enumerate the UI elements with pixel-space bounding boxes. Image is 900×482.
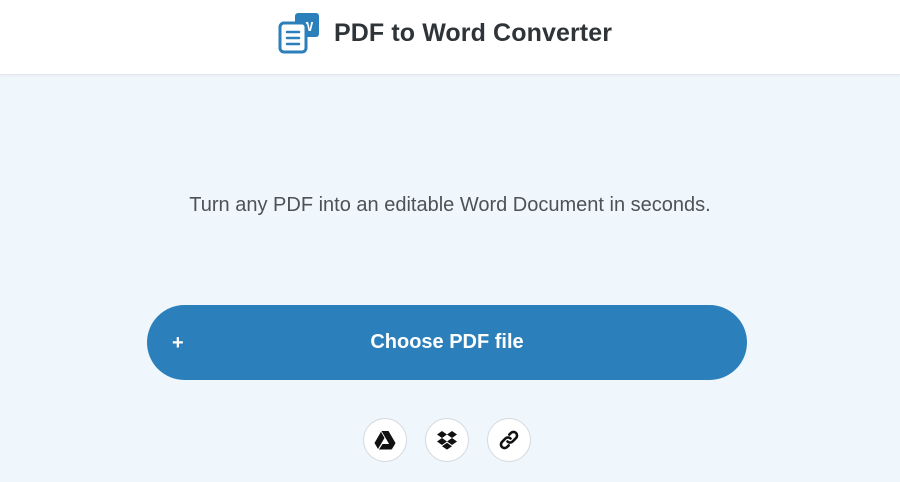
word-document-icon: W [278,12,320,54]
tagline: Turn any PDF into an editable Word Docum… [189,194,711,216]
upload-sources [363,418,531,462]
dropbox-icon [436,430,458,450]
google-drive-button[interactable] [363,418,407,462]
google-drive-icon [374,430,396,450]
app-header: W PDF to Word Converter [0,0,900,75]
page-title: PDF to Word Converter [334,18,613,47]
link-icon [498,429,520,451]
brand[interactable]: W PDF to Word Converter [278,12,612,54]
choose-pdf-file-button[interactable]: + Choose PDF file [147,305,747,380]
dropbox-button[interactable] [425,418,469,462]
link-button[interactable] [487,418,531,462]
main-content: Turn any PDF into an editable Word Docum… [0,76,900,482]
choose-pdf-file-label: Choose PDF file [370,331,524,353]
plus-icon: + [172,331,184,354]
